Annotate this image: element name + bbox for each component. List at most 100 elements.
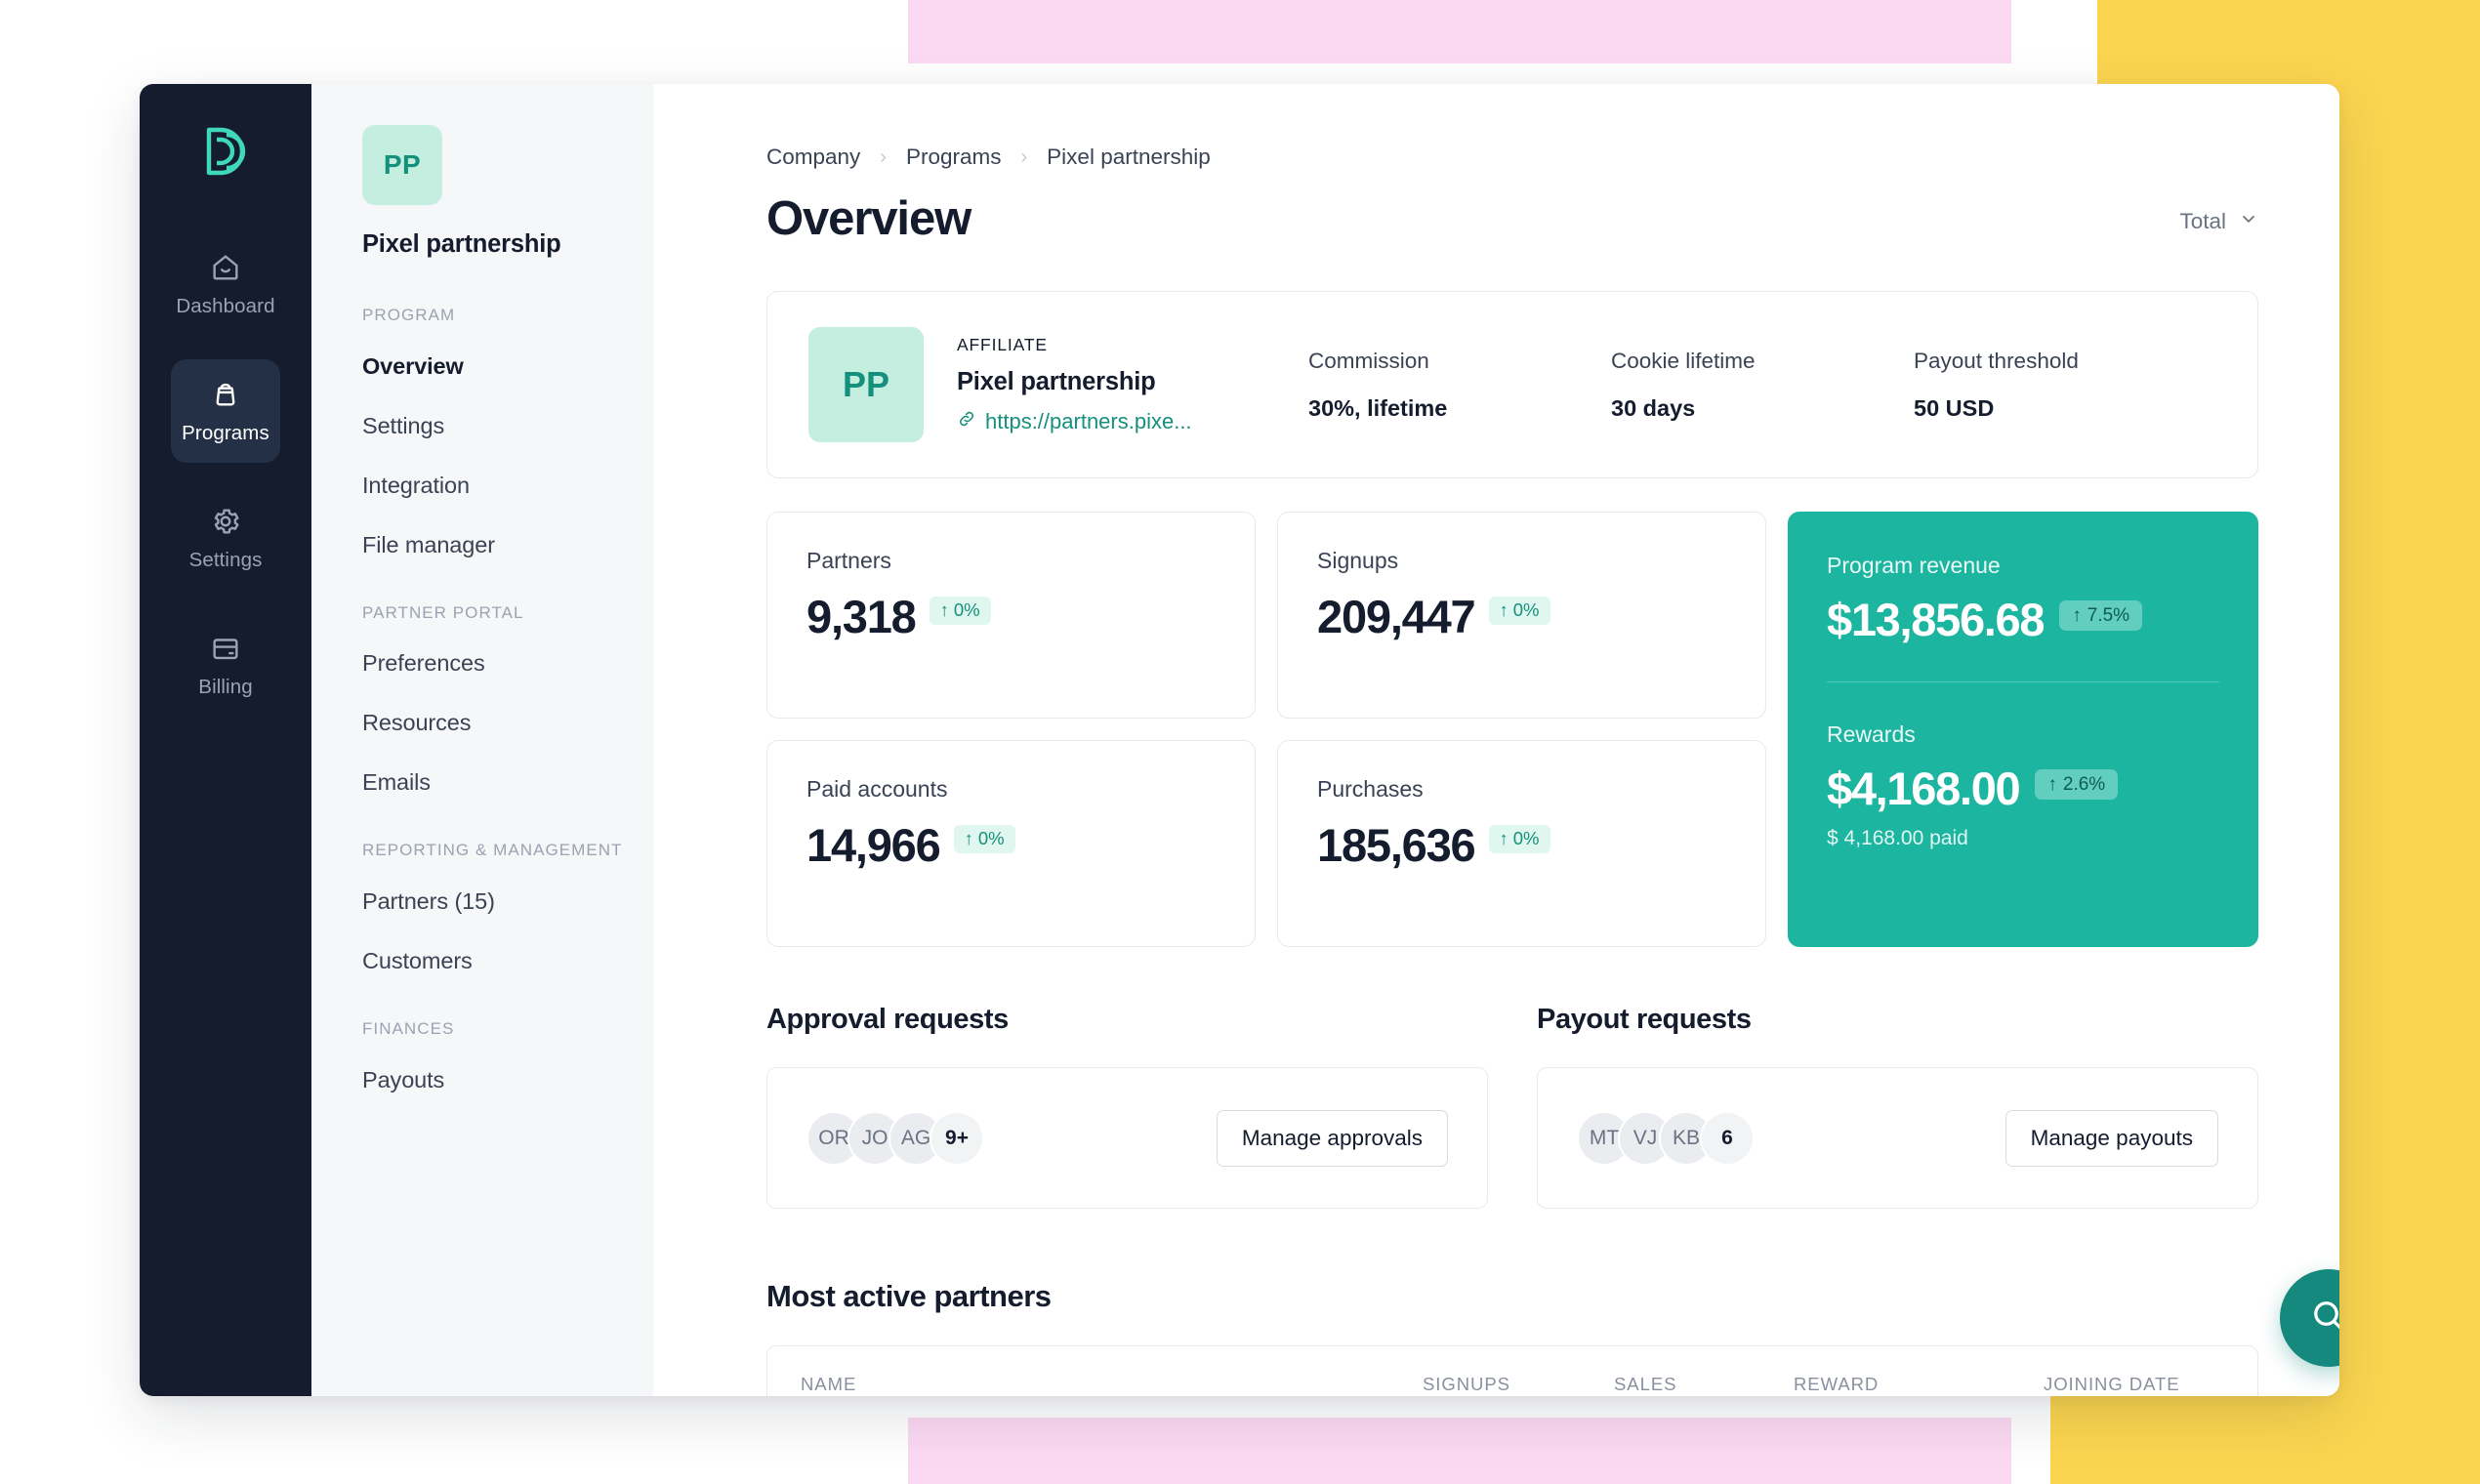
sidebar-item-label: Dashboard (176, 294, 275, 317)
rewards-value: $4,168.00 (1827, 763, 2021, 814)
manage-approvals-button[interactable]: Manage approvals (1216, 1109, 1448, 1167)
column-header-joining-date[interactable]: JOINING DATE (2044, 1374, 2224, 1395)
period-selector[interactable]: Total (2179, 209, 2258, 246)
decorative-pink-top (908, 0, 2011, 63)
column-header-signups[interactable]: SIGNUPS (1423, 1374, 1614, 1395)
stat-cookie-lifetime: Cookie lifetime 30 days (1611, 349, 1914, 422)
nav-item-partners[interactable]: Partners (15) (362, 888, 653, 915)
divider (1827, 681, 2219, 682)
affiliate-link[interactable]: https://partners.pixe... (957, 409, 1308, 434)
chevron-down-icon (2239, 209, 2258, 234)
affiliate-name: Pixel partnership (957, 368, 1156, 395)
metric-delta-value: 0% (1512, 599, 1540, 620)
metric-label: Signups (1317, 548, 1399, 573)
metric-delta-badge: ↑ 0% (929, 597, 991, 625)
sidebar-item-dashboard[interactable]: Dashboard (171, 232, 280, 336)
table-header-row: NAME SIGNUPS SALES REWARD JOINING DATE (767, 1346, 2257, 1396)
approval-avatar-stack[interactable]: OR JO AG 9+ (806, 1110, 984, 1166)
breadcrumb-company[interactable]: Company (766, 144, 860, 170)
primary-nav-rail: Dashboard Programs Settings Billing (140, 84, 311, 1396)
sidebar-item-programs[interactable]: Programs (171, 359, 280, 463)
breadcrumb: Company › Programs › Pixel partnership (766, 144, 2258, 170)
stat-commission: Commission 30%, lifetime (1308, 349, 1611, 422)
metric-label: Paid accounts (806, 776, 948, 802)
sidebar-item-billing[interactable]: Billing (171, 613, 280, 717)
avatar-overflow-count: 6 (1700, 1110, 1755, 1166)
breadcrumb-programs[interactable]: Programs (906, 144, 1002, 170)
metric-grid: Partners 9,318 ↑ 0% Signups 209,447 ↑ 0%… (766, 512, 1766, 947)
search-fab-button[interactable] (2280, 1269, 2339, 1367)
avatar-overflow-count: 9+ (930, 1110, 984, 1166)
link-icon (957, 409, 976, 434)
nav-item-integration[interactable]: Integration (362, 473, 653, 499)
rewards-delta-value: 2.6% (2062, 774, 2106, 795)
stat-value: 30 days (1611, 394, 1696, 421)
approval-requests-panel: OR JO AG 9+ Manage approvals (766, 1067, 1488, 1209)
nav-item-preferences[interactable]: Preferences (362, 650, 653, 677)
nav-item-payouts[interactable]: Payouts (362, 1067, 653, 1093)
nav-item-resources[interactable]: Resources (362, 710, 653, 736)
decorative-pink-bottom (908, 1418, 2011, 1484)
approval-requests-block: Approval requests OR JO AG 9+ Manage app… (766, 1004, 1488, 1209)
metric-card-purchases: Purchases 185,636 ↑ 0% (1277, 740, 1766, 947)
sidebar-item-label: Billing (198, 675, 253, 698)
sidebar-item-label: Settings (188, 548, 263, 571)
main-content: Company › Programs › Pixel partnership O… (653, 84, 2339, 1396)
arrow-up-icon: ↑ (2072, 605, 2082, 626)
card-icon (209, 632, 242, 665)
approval-requests-title: Approval requests (766, 1004, 1009, 1035)
revenue-delta-badge: ↑ 7.5% (2059, 600, 2143, 631)
nav-item-file-manager[interactable]: File manager (362, 532, 653, 558)
stat-label: Payout threshold (1914, 348, 2079, 373)
nav-group-heading: PARTNER PORTAL (362, 602, 524, 622)
revenue-delta-value: 7.5% (2087, 605, 2130, 626)
metric-value: 209,447 (1317, 591, 1476, 642)
stat-value: 30%, lifetime (1308, 394, 1448, 421)
affiliate-meta: AFFILIATE Pixel partnership https://part… (957, 335, 1308, 434)
sidebar-item-label: Programs (182, 421, 269, 444)
column-header-name[interactable]: NAME (801, 1374, 1423, 1395)
nav-item-customers[interactable]: Customers (362, 948, 653, 974)
revenue-label: Program revenue (1827, 553, 2001, 578)
metric-card-paid-accounts: Paid accounts 14,966 ↑ 0% (766, 740, 1256, 947)
partners-table: NAME SIGNUPS SALES REWARD JOINING DATE (766, 1345, 2258, 1396)
program-avatar: PP (362, 125, 442, 205)
affiliate-avatar: PP (808, 327, 924, 442)
column-header-reward[interactable]: REWARD (1794, 1374, 2044, 1395)
stat-label: Commission (1308, 348, 1429, 373)
breadcrumb-current[interactable]: Pixel partnership (1047, 144, 1211, 170)
screenshot-stage: Dashboard Programs Settings Billing PP P… (0, 0, 2480, 1484)
page-header-row: Overview Total (766, 191, 2258, 246)
metric-delta-badge: ↑ 0% (1488, 597, 1550, 625)
nav-group-program: PROGRAM Overview Settings Integration Fi… (362, 304, 653, 558)
rewards-label: Rewards (1827, 721, 1916, 747)
nav-item-settings[interactable]: Settings (362, 413, 653, 439)
nav-group-finances: FINANCES Payouts (362, 1017, 653, 1093)
nav-group-partner-portal: PARTNER PORTAL Preferences Resources Ema… (362, 601, 653, 797)
period-label: Total (2179, 209, 2226, 233)
metric-label: Purchases (1317, 776, 1424, 802)
briefcase-icon (209, 378, 242, 411)
nav-item-overview[interactable]: Overview (362, 353, 653, 380)
manage-payouts-button[interactable]: Manage payouts (2005, 1109, 2218, 1167)
dashboard-logo[interactable] (195, 121, 256, 182)
chevron-right-icon: › (880, 145, 887, 168)
arrow-up-icon: ↑ (1499, 599, 1509, 620)
affiliate-kicker: AFFILIATE (957, 335, 1048, 354)
sidebar-item-settings[interactable]: Settings (171, 486, 280, 590)
revenue-value: $13,856.68 (1827, 594, 2046, 645)
payout-requests-block: Payout requests MT VJ KB 6 Manage payout… (1537, 1004, 2258, 1209)
payout-avatar-stack[interactable]: MT VJ KB 6 (1577, 1110, 1755, 1166)
nav-group-reporting: REPORTING & MANAGEMENT Partners (15) Cus… (362, 839, 653, 974)
requests-section: Approval requests OR JO AG 9+ Manage app… (766, 1004, 2258, 1209)
stat-value: 50 USD (1914, 394, 1995, 421)
nav-item-emails[interactable]: Emails (362, 769, 653, 796)
metric-card-signups: Signups 209,447 ↑ 0% (1277, 512, 1766, 719)
arrow-up-icon: ↑ (939, 599, 949, 620)
column-header-sales[interactable]: SALES (1614, 1374, 1794, 1395)
payout-requests-panel: MT VJ KB 6 Manage payouts (1537, 1067, 2258, 1209)
metric-value: 185,636 (1317, 819, 1476, 871)
affiliate-url-text: https://partners.pixe... (985, 409, 1192, 433)
metric-delta-value: 0% (977, 828, 1005, 848)
payout-requests-title: Payout requests (1537, 1004, 1752, 1035)
